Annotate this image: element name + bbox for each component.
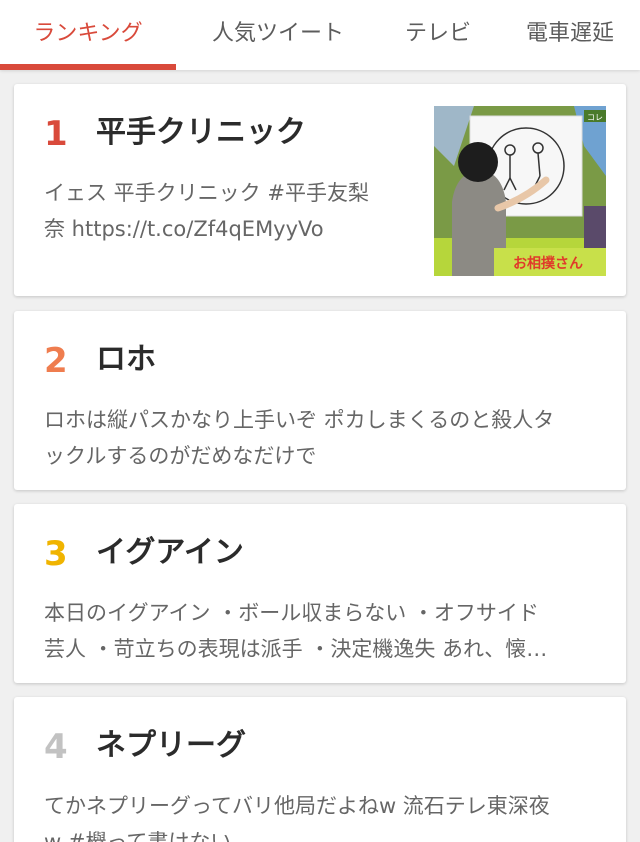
ranking-list: 1 平手クリニック イェス 平手クリニック #平手友梨 奈 https://t.… <box>0 70 640 842</box>
rank-number: 4 <box>44 727 68 767</box>
snippet-line-2: w #欅って書けない <box>44 830 232 842</box>
thumbnail-corner-text: コレ <box>587 113 603 122</box>
trend-title: 平手クリニック <box>96 115 306 150</box>
ranking-card-4[interactable]: 4 ネプリーグ てかネプリーグってバリ他局だよねw 流石テレ東深夜 w #欅って… <box>14 697 626 842</box>
trend-thumbnail[interactable]: コレ お相撲さん <box>434 106 606 276</box>
snippet-line-2: 奈 https://t.co/Zf4qEMyyVo <box>44 217 324 241</box>
trend-title: ネプリーグ <box>96 728 246 763</box>
trend-title: ロホ <box>96 342 156 377</box>
trend-snippet: てかネプリーグってバリ他局だよねw 流石テレ東深夜 w #欅って書けない <box>44 788 604 842</box>
tab-ranking[interactable]: ランキング <box>0 0 176 70</box>
tab-tv[interactable]: テレビ <box>388 0 488 70</box>
snippet-line-1: ロホは縦パスかなり上手いぞ ポカしまくるのと殺人タ <box>44 408 555 432</box>
trend-snippet: イェス 平手クリニック #平手友梨 奈 https://t.co/Zf4qEMy… <box>44 175 404 247</box>
thumbnail-caption: お相撲さん <box>513 255 583 272</box>
trend-snippet: ロホは縦パスかなり上手いぞ ポカしまくるのと殺人タ ックルするのがだめなだけで <box>44 402 604 474</box>
rank-number: 1 <box>44 114 68 154</box>
trend-snippet: 本日のイグアイン ・ボール収まらない ・オフサイド 芸人 ・苛立ちの表現は派手 … <box>44 595 604 667</box>
tab-bar: ランキング 人気ツイート テレビ 電車遅延 <box>0 0 640 70</box>
trend-title: イグアイン <box>96 535 244 570</box>
active-tab-indicator <box>0 64 176 70</box>
snippet-line-1: てかネプリーグってバリ他局だよねw 流石テレ東深夜 <box>44 794 550 818</box>
snippet-line-2: 芸人 ・苛立ちの表現は派手 ・決定機逸失 あれ、懐… <box>44 637 548 661</box>
snippet-line-1: 本日のイグアイン ・ボール収まらない ・オフサイド <box>44 601 539 625</box>
rank-number: 2 <box>44 341 68 381</box>
thumbnail-image: コレ お相撲さん <box>434 106 606 276</box>
tab-train-delay[interactable]: 電車遅延 <box>512 0 628 70</box>
ranking-card-2[interactable]: 2 ロホ ロホは縦パスかなり上手いぞ ポカしまくるのと殺人タ ックルするのがだめ… <box>14 311 626 490</box>
rank-number: 3 <box>44 534 68 574</box>
snippet-line-2: ックルするのがだめなだけで <box>44 444 317 468</box>
ranking-card-3[interactable]: 3 イグアイン 本日のイグアイン ・ボール収まらない ・オフサイド 芸人 ・苛立… <box>14 504 626 683</box>
ranking-card-1[interactable]: 1 平手クリニック イェス 平手クリニック #平手友梨 奈 https://t.… <box>14 84 626 296</box>
snippet-line-1: イェス 平手クリニック #平手友梨 <box>44 181 369 205</box>
tab-popular-tweets[interactable]: 人気ツイート <box>190 0 366 70</box>
